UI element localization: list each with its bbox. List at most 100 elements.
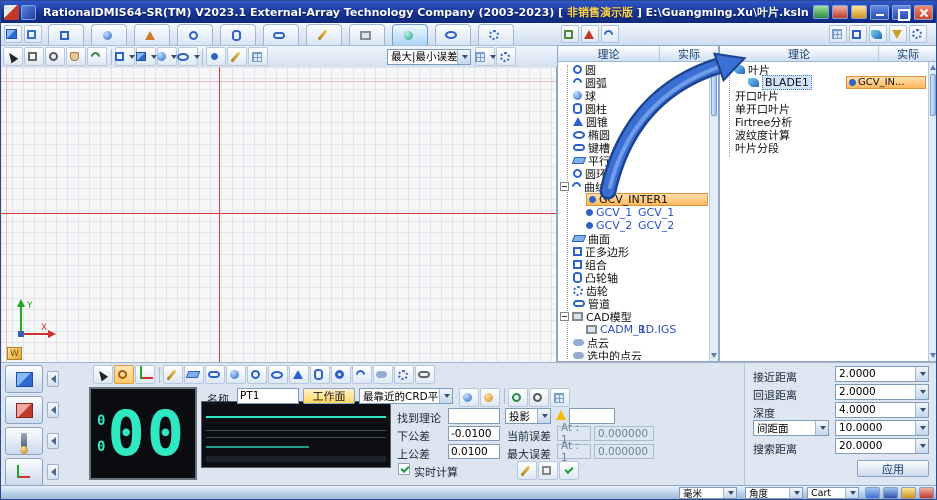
scrollbar[interactable]: [709, 62, 718, 361]
tab-machine[interactable]: [48, 24, 84, 45]
home-icon[interactable]: [4, 25, 22, 43]
tool-ellipse-icon[interactable]: [268, 365, 288, 384]
rotate-view-icon[interactable]: [87, 47, 107, 66]
tab-program[interactable]: [306, 24, 342, 45]
title-license-icon[interactable]: [851, 5, 867, 19]
tool-point-icon[interactable]: [114, 365, 134, 384]
shading-mode-icon[interactable]: [157, 47, 177, 66]
theory-column-header[interactable]: 理论: [720, 46, 879, 62]
expand-arrow[interactable]: [47, 464, 59, 480]
feature-refresh-icon[interactable]: [601, 25, 619, 43]
crd-plane-combo[interactable]: 最靠近的CRD平面: [359, 388, 453, 404]
dropdown-button[interactable]: [815, 421, 828, 435]
dropdown-button[interactable]: [845, 488, 858, 498]
spacing-value-combo[interactable]: 10.0000: [835, 420, 929, 436]
tree-item-cone[interactable]: 圆锥: [560, 115, 708, 128]
status-probe-icon[interactable]: [865, 487, 880, 499]
erase-icon[interactable]: [538, 461, 558, 480]
dropdown-button[interactable]: [915, 385, 928, 399]
theory-column-header[interactable]: 理论: [558, 46, 660, 62]
depth-combo[interactable]: 4.0000: [835, 402, 929, 418]
filter-icon[interactable]: [889, 25, 907, 43]
view-mode-button[interactable]: [5, 365, 43, 393]
auto-measure-icon[interactable]: [508, 388, 528, 407]
dropdown-button[interactable]: [537, 409, 550, 423]
lower-tolerance-input[interactable]: [448, 426, 500, 441]
tree-item-circle[interactable]: 圆: [560, 63, 708, 76]
dropdown-button[interactable]: [789, 488, 802, 498]
polyline-icon[interactable]: [227, 47, 247, 66]
tool-circle-icon[interactable]: [247, 365, 267, 384]
tool-cone-icon[interactable]: [289, 365, 309, 384]
scrollbar[interactable]: [928, 62, 937, 361]
tree-item-blade[interactable]: 叶片: [722, 63, 927, 76]
tool-axis-icon[interactable]: [135, 365, 155, 384]
tool-slot-icon[interactable]: [205, 365, 225, 384]
dropdown-button[interactable]: [457, 50, 470, 64]
actual-column-header[interactable]: 实际: [879, 46, 937, 62]
collapse-expander-icon[interactable]: [722, 65, 731, 74]
tool-sphere-icon[interactable]: [226, 365, 246, 384]
tool-cloud-icon[interactable]: [373, 365, 393, 384]
list-view-icon[interactable]: [829, 25, 847, 43]
status-help-icon[interactable]: [919, 487, 934, 499]
dropdown-button[interactable]: [439, 389, 452, 403]
label-display-icon[interactable]: [248, 47, 268, 66]
probe-compensate-icon[interactable]: [480, 388, 500, 407]
spacing-mode-combo[interactable]: 间距面: [753, 420, 829, 436]
tree-item-cad-model[interactable]: CAD模型: [560, 310, 708, 323]
confirm-check-icon[interactable]: [559, 461, 579, 480]
tree-item-polygon[interactable]: 正多边形: [560, 245, 708, 258]
box-select-icon[interactable]: [24, 47, 44, 66]
actual-column-header[interactable]: 实际: [660, 46, 718, 62]
dropdown-button[interactable]: [915, 367, 928, 381]
tree-item-cadm1[interactable]: CADM_1RD.IGS: [560, 323, 708, 336]
tab-view-selected[interactable]: [392, 24, 428, 45]
minimize-button[interactable]: [870, 5, 889, 20]
coordinate-system-combo[interactable]: Cart: [807, 487, 859, 499]
world-coordinate-icon[interactable]: W: [7, 347, 22, 360]
dropdown-button[interactable]: [723, 488, 736, 498]
coordinate-button[interactable]: [5, 458, 43, 486]
realtime-checkbox[interactable]: [398, 463, 410, 475]
color-scale-icon[interactable]: [475, 47, 495, 66]
tool-pipe-icon[interactable]: [415, 365, 435, 384]
tool-plane-icon[interactable]: [184, 365, 204, 384]
dropdown-button[interactable]: [915, 421, 928, 435]
scroll-down-icon[interactable]: [711, 353, 717, 358]
tab-settings[interactable]: [478, 24, 514, 45]
tab-cad[interactable]: [349, 24, 385, 45]
point-capture-icon[interactable]: [206, 47, 226, 66]
find-theory-input[interactable]: [448, 408, 500, 424]
expand-arrow[interactable]: [47, 433, 59, 449]
angle-combo[interactable]: 角度: [745, 487, 803, 499]
blade1-actual-highlight[interactable]: GCV_IN...: [846, 76, 926, 89]
scroll-thumb[interactable]: [711, 74, 717, 116]
scroll-down-icon[interactable]: [930, 353, 936, 358]
tree-item-parallel-plane[interactable]: 平行面: [560, 154, 708, 167]
close-button[interactable]: [914, 5, 933, 20]
tree-item-cylinder[interactable]: 圆柱: [560, 102, 708, 115]
tab-probe[interactable]: [91, 24, 127, 45]
search-distance-combo[interactable]: 20.0000: [835, 438, 929, 454]
pan-icon[interactable]: [66, 47, 86, 66]
tree-item-group[interactable]: 组合: [560, 258, 708, 271]
feature-delete-icon[interactable]: [581, 25, 599, 43]
maximize-button[interactable]: [892, 5, 911, 20]
tool-cylinder-icon[interactable]: [310, 365, 330, 384]
column-view-icon[interactable]: [849, 25, 867, 43]
probe-sphere-icon[interactable]: [459, 388, 479, 407]
tree-item-blade-segment[interactable]: 叶片分段: [722, 141, 927, 154]
wireframe-mode-icon[interactable]: [178, 47, 198, 66]
tree-item-arc[interactable]: 圆弧: [560, 76, 708, 89]
scroll-up-icon[interactable]: [711, 65, 717, 70]
panel-settings-icon[interactable]: [909, 25, 927, 43]
view-iso-icon[interactable]: [136, 47, 156, 66]
status-warning-icon[interactable]: [901, 487, 916, 499]
tree-item-gcv2[interactable]: GCV_2GCV_2: [560, 219, 708, 232]
tool-line-icon[interactable]: [163, 365, 183, 384]
collapse-expander-icon[interactable]: [560, 182, 569, 191]
display-settings-icon[interactable]: [496, 47, 516, 66]
retract-distance-combo[interactable]: 2.0000: [835, 384, 929, 400]
scroll-thumb[interactable]: [930, 74, 936, 116]
